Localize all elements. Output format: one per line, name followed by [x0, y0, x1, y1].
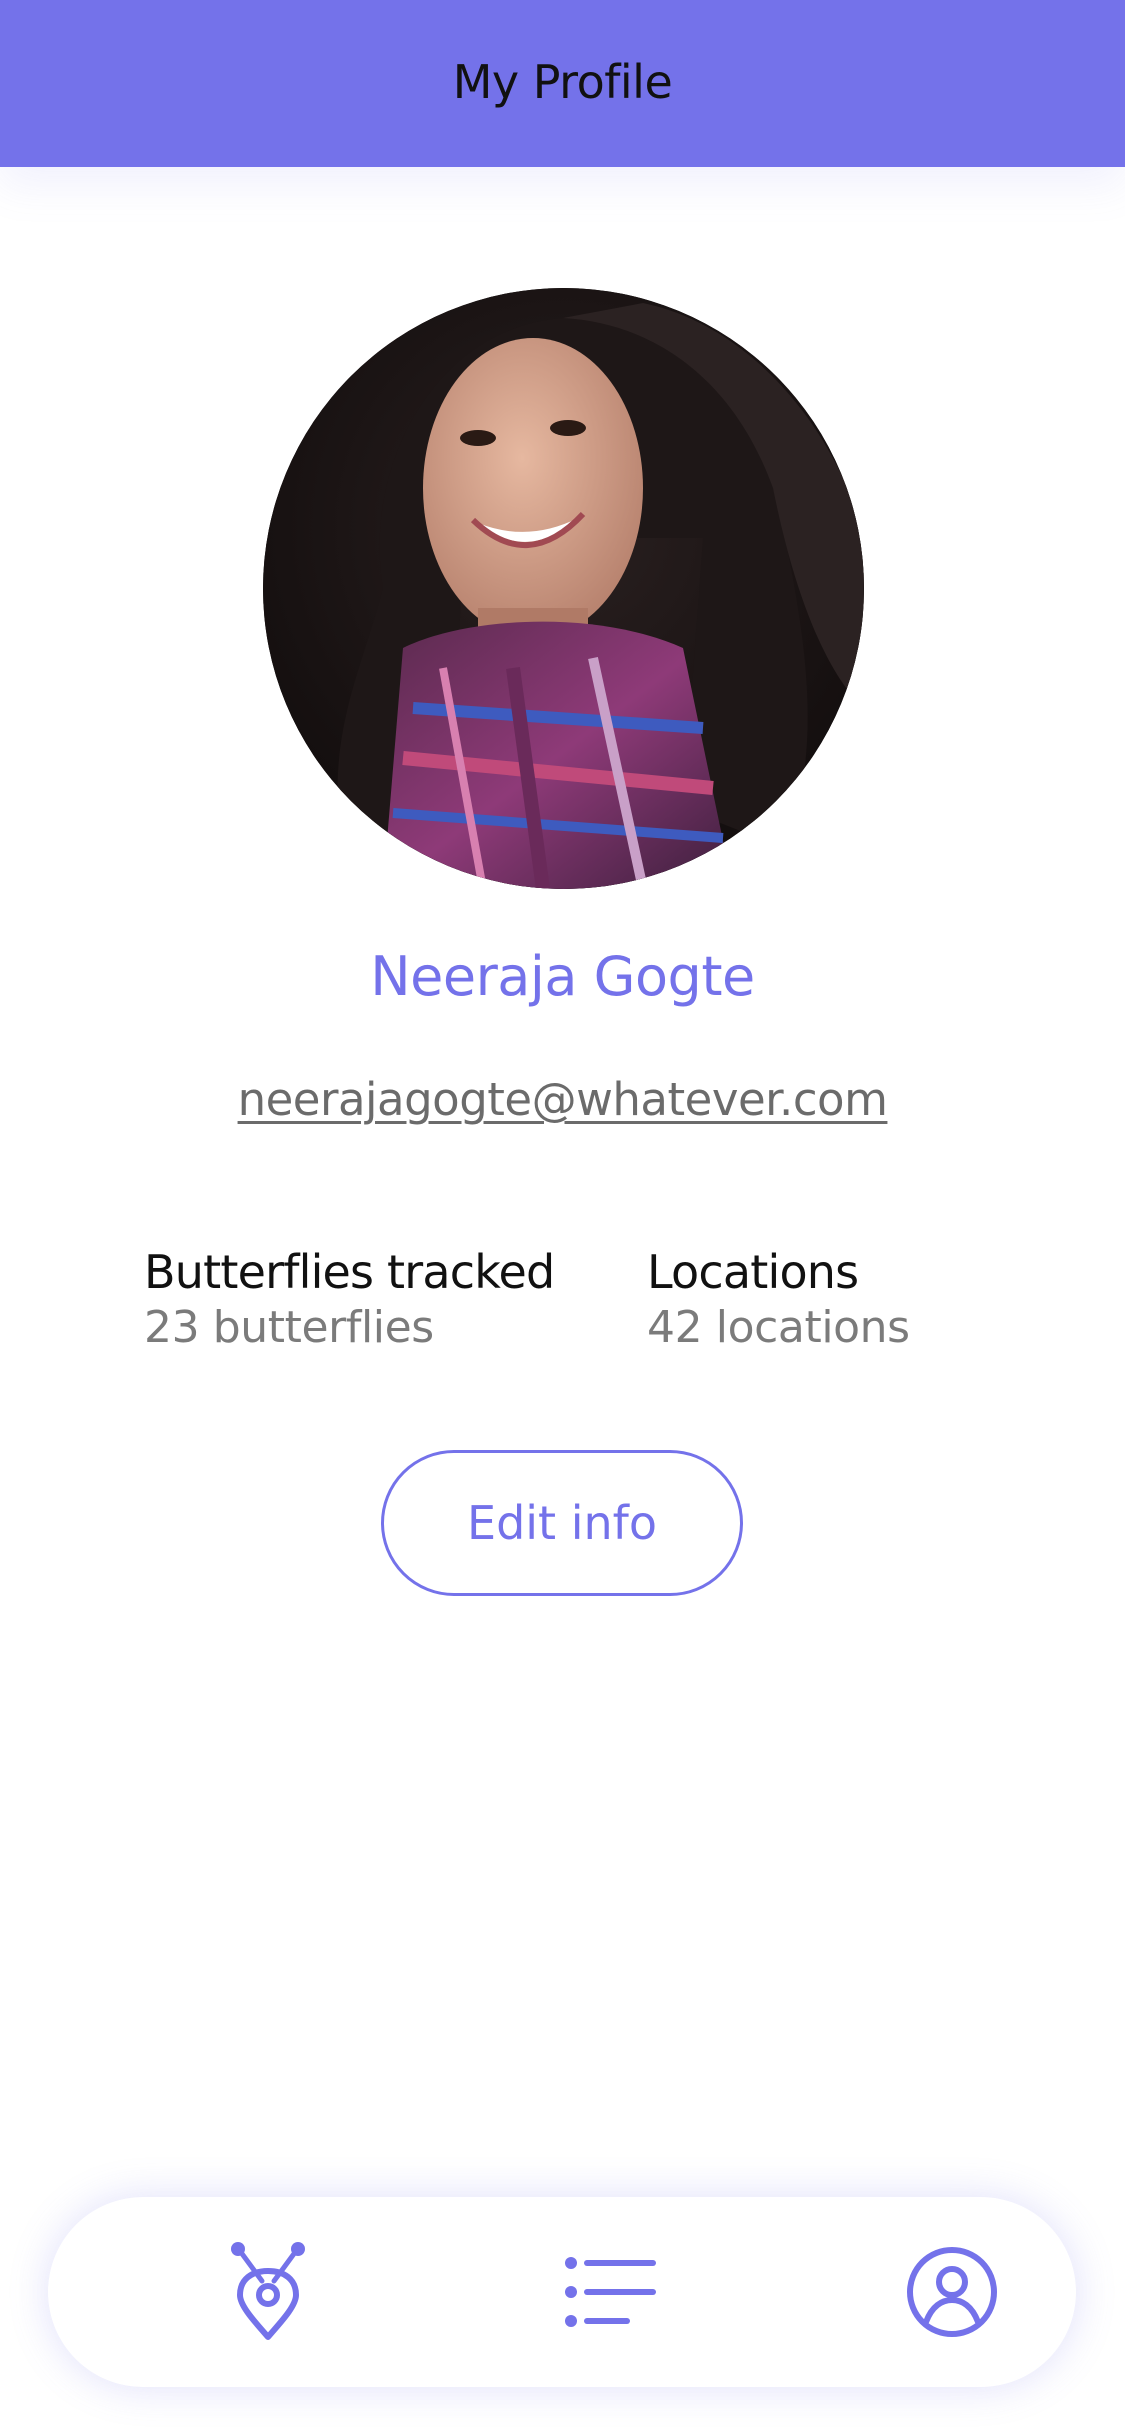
stat-butterflies-label: Butterflies tracked [144, 1245, 555, 1299]
list-icon [565, 2257, 656, 2327]
tab-map[interactable] [188, 2197, 348, 2387]
butterfly-location-icon [231, 2242, 305, 2340]
page-title: My Profile [452, 54, 673, 109]
tab-profile[interactable] [872, 2197, 1032, 2387]
profile-screen: My Profile Neeraja Gogte neerajagogte@wh… [0, 0, 1125, 2436]
tab-list[interactable] [531, 2197, 691, 2387]
profile-email-link[interactable]: neerajagogte@whatever.com [0, 1073, 1125, 1126]
stat-locations-value: 42 locations [647, 1302, 910, 1353]
edit-info-button[interactable]: Edit info [381, 1450, 743, 1596]
stat-butterflies: Butterflies tracked 23 butterflies [144, 1243, 555, 1355]
stat-locations: Locations 42 locations [647, 1243, 910, 1355]
user-icon [907, 2247, 997, 2337]
avatar-photo [263, 288, 864, 889]
avatar [263, 288, 864, 889]
bottom-tab-bar [48, 2197, 1076, 2387]
profile-name: Neeraja Gogte [370, 945, 755, 1008]
stat-butterflies-value: 23 butterflies [144, 1302, 434, 1353]
app-header: My Profile [0, 0, 1125, 167]
stat-locations-label: Locations [647, 1245, 859, 1299]
